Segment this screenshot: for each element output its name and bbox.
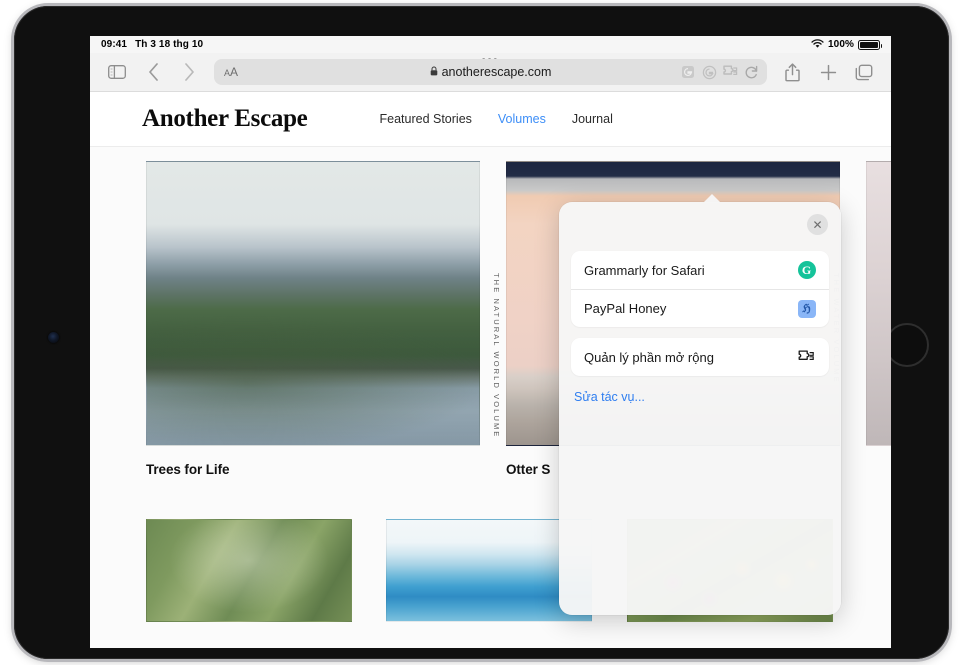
extension-label-grammarly: Grammarly for Safari <box>584 263 797 278</box>
toolbar-right-tools <box>777 59 879 85</box>
grammarly-badge-letter: G <box>798 261 816 279</box>
tabs-overview-icon[interactable] <box>849 59 879 85</box>
extensions-popover: ✕ Grammarly for Safari G PayPal Honey <box>559 202 841 615</box>
battery-percent: 100% <box>828 39 854 50</box>
status-date: Th 3 18 thg 10 <box>135 39 203 50</box>
safari-toolbar: ••• <box>90 53 891 92</box>
edit-actions-link[interactable]: Sửa tác vụ... <box>571 387 829 404</box>
extension-row-grammarly[interactable]: Grammarly for Safari G <box>571 251 829 289</box>
nav-link-journal[interactable]: Journal <box>572 112 613 126</box>
back-button[interactable] <box>138 59 168 85</box>
wifi-icon <box>811 39 824 51</box>
puzzle-extension-icon[interactable] <box>720 62 740 82</box>
card-third-volume[interactable] <box>866 161 891 446</box>
thumbnail-forest[interactable] <box>146 519 352 622</box>
extension-row-paypal-honey[interactable]: PayPal Honey ℌ <box>571 289 829 327</box>
new-tab-button[interactable] <box>813 59 843 85</box>
text-size-large-a: A <box>230 65 238 79</box>
ipad-screen: 09:41 Th 3 18 thg 10 100% ••• <box>90 36 891 648</box>
popover-arrow <box>703 194 721 203</box>
url-text: anotherescape.com <box>442 65 552 79</box>
card-volume-label-natural-world: THE NATURAL WORLD VOLUME <box>492 273 501 443</box>
extension-label-manage: Quản lý phần mở rộng <box>584 350 797 365</box>
extensions-group-manage: Quản lý phần mở rộng <box>571 338 829 376</box>
address-bar[interactable]: AA anotherescape.com <box>214 59 767 85</box>
extensions-group-installed: Grammarly for Safari G PayPal Honey ℌ <box>571 251 829 327</box>
honey-icon: ℌ <box>797 299 816 318</box>
forward-button[interactable] <box>174 59 204 85</box>
status-bar-right: 100% <box>811 39 880 51</box>
content-area: FEATURED STORIES Trees for Life THE NATU… <box>90 147 891 647</box>
site-header: Another Escape Featured Stories Volumes … <box>90 92 891 147</box>
nav-link-featured-stories[interactable]: Featured Stories <box>379 112 471 126</box>
nav-link-volumes[interactable]: Volumes <box>498 112 546 126</box>
share-icon[interactable] <box>777 59 807 85</box>
card-trees-for-life[interactable]: Trees for Life THE NATURAL WORLD VOLUME <box>146 161 480 477</box>
sidebar-icon[interactable] <box>102 59 132 85</box>
honey-badge-glyph: ℌ <box>798 300 816 318</box>
grammarly-icon[interactable] <box>678 62 698 82</box>
extension-label-paypal-honey: PayPal Honey <box>584 301 797 316</box>
honey-icon[interactable] <box>699 62 719 82</box>
status-bar-left: 09:41 Th 3 18 thg 10 <box>101 39 203 50</box>
third-volume-image[interactable] <box>866 161 891 446</box>
home-button[interactable] <box>885 323 929 367</box>
text-size-button[interactable]: AA <box>214 65 238 79</box>
puzzle-extension-icon <box>797 348 816 367</box>
ipad-device-frame: 09:41 Th 3 18 thg 10 100% ••• <box>14 6 949 659</box>
extension-icon-cluster <box>678 62 767 82</box>
front-camera-icon <box>48 332 59 343</box>
web-page-content: Another Escape Featured Stories Volumes … <box>90 92 891 648</box>
natural-world-volume-text: THE NATURAL WORLD VOLUME <box>492 273 501 438</box>
close-icon[interactable]: ✕ <box>807 214 828 235</box>
site-navigation: Featured Stories Volumes Journal <box>379 112 612 126</box>
grammarly-icon: G <box>797 261 816 280</box>
loch-forest-mountains-image[interactable] <box>146 161 480 446</box>
card-title-trees-for-life: Trees for Life <box>146 462 480 477</box>
site-logo[interactable]: Another Escape <box>142 105 307 133</box>
extension-row-manage[interactable]: Quản lý phần mở rộng <box>571 338 829 376</box>
extensions-list: Grammarly for Safari G PayPal Honey ℌ <box>559 202 841 404</box>
status-time: 09:41 <box>101 39 127 50</box>
battery-icon <box>858 40 880 50</box>
lock-icon <box>430 66 438 78</box>
reload-icon[interactable] <box>741 62 761 82</box>
status-bar: 09:41 Th 3 18 thg 10 100% <box>90 36 891 53</box>
